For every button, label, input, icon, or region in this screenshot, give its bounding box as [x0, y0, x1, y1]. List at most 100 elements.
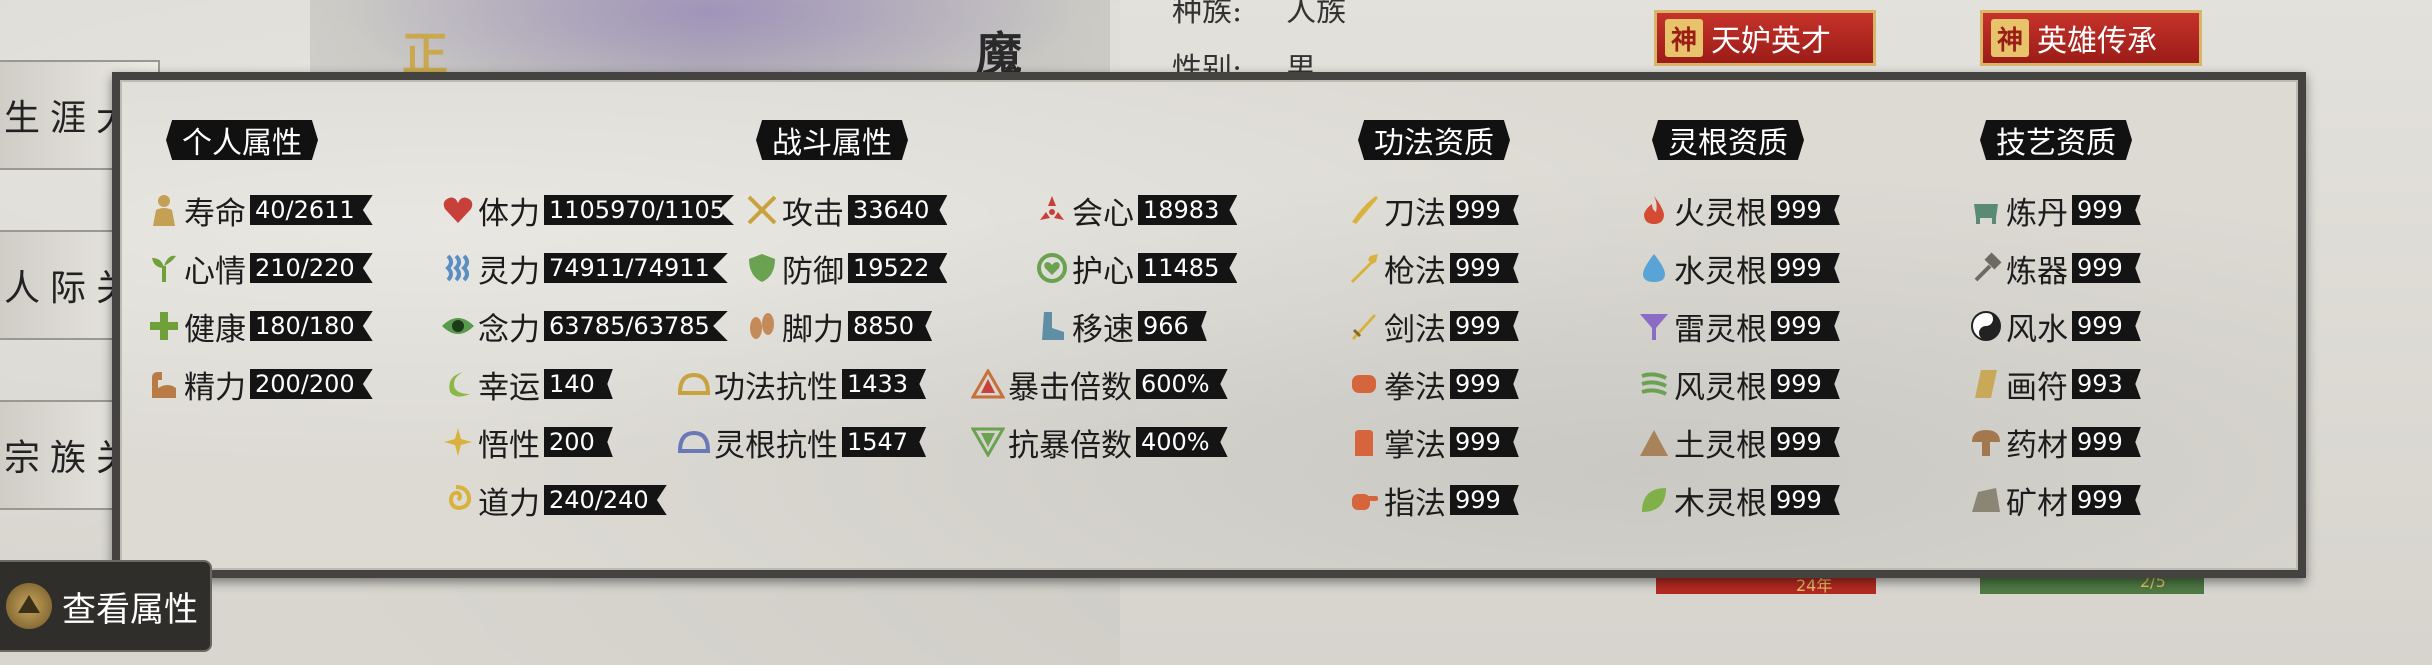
stat-label: 攻击: [782, 195, 844, 232]
stat-label: 移速: [1072, 311, 1134, 348]
stat-label: 指法: [1384, 485, 1446, 522]
stat-ores: 矿材 999: [1968, 480, 2141, 522]
stat-label: 功法抗性: [714, 369, 838, 406]
stat-label: 刀法: [1384, 195, 1446, 232]
stat-value: 999: [1450, 369, 1519, 399]
plus-icon: [146, 308, 182, 344]
stat-value: 74911/74911: [544, 253, 728, 283]
stat-label: 暴击倍数: [1008, 369, 1132, 406]
stat-footwork: 脚力 8850: [744, 306, 933, 348]
fire-icon: [1636, 192, 1672, 228]
stat-label: 抗暴倍数: [1008, 427, 1132, 464]
stat-label: 脚力: [782, 311, 844, 348]
stat-value: 999: [2072, 485, 2141, 515]
stat-value: 200/200: [250, 369, 373, 399]
stat-label: 灵力: [478, 253, 540, 290]
divine-tag-icon: 神: [1665, 19, 1703, 57]
stat-label: 健康: [184, 311, 246, 348]
boot-icon: [1034, 308, 1070, 344]
stat-fist-art: 拳法 999: [1346, 364, 1519, 406]
talent-name: 天妒英才: [1711, 24, 1831, 59]
stat-value: 999: [1771, 369, 1840, 399]
stat-label: 画符: [2006, 369, 2068, 406]
stat-label: 幸运: [478, 369, 540, 406]
water-icon: [1636, 250, 1672, 286]
stat-label: 矿材: [2006, 485, 2068, 522]
stat-forging: 炼器 999: [1968, 248, 2141, 290]
stat-label: 风水: [2006, 311, 2068, 348]
stat-mind: 念力 63785/63785: [440, 306, 728, 348]
palm-icon: [1346, 424, 1382, 460]
stat-label: 灵根抗性: [714, 427, 838, 464]
stat-talisman: 画符 993: [1968, 364, 2141, 406]
stat-wind-root: 风灵根 999: [1636, 364, 1840, 406]
ore-icon: [1968, 482, 2004, 518]
stat-value: 966: [1138, 311, 1207, 341]
stat-label: 护心: [1072, 253, 1134, 290]
stat-value: 19522: [848, 253, 948, 283]
view-attributes-button[interactable]: 查看属性: [0, 560, 212, 652]
stat-luck: 幸运 140: [440, 364, 613, 406]
stat-value: 999: [1771, 485, 1840, 515]
yinyang-icon: [1968, 308, 2004, 344]
stat-value: 210/220: [250, 253, 373, 283]
stat-value: 999: [1450, 311, 1519, 341]
stat-defense: 防御 19522: [744, 248, 948, 290]
stat-finger-art: 指法 999: [1346, 480, 1519, 522]
mushroom-icon: [1968, 424, 2004, 460]
stat-attack: 攻击 33640: [744, 190, 948, 232]
triangle-down-icon: [970, 424, 1006, 460]
stat-value: 999: [2072, 195, 2141, 225]
stat-label: 道力: [478, 485, 540, 522]
stat-value: 140: [544, 369, 613, 399]
star-icon: [440, 424, 476, 460]
heart-icon: [440, 192, 476, 228]
stat-health: 健康 180/180: [146, 306, 373, 348]
talisman-icon: [1968, 366, 2004, 402]
attribute-icon: [6, 583, 52, 629]
stat-spirit: 灵力 74911/74911: [440, 248, 728, 290]
stat-label: 水灵根: [1674, 253, 1767, 290]
stat-value: 999: [1771, 427, 1840, 457]
stat-value: 999: [1771, 195, 1840, 225]
stat-label: 掌法: [1384, 427, 1446, 464]
stat-sword-art: 剑法 999: [1346, 306, 1519, 348]
stat-value: 400%: [1136, 427, 1228, 457]
arm-icon: [146, 366, 182, 402]
swirl-icon: [440, 482, 476, 518]
earth-icon: [1636, 424, 1672, 460]
stat-value: 200: [544, 427, 613, 457]
stat-value: 999: [1771, 253, 1840, 283]
stat-label: 雷灵根: [1674, 311, 1767, 348]
stat-energy: 精力 200/200: [146, 364, 373, 406]
section-title-jiyi: 技艺资质: [1980, 120, 2132, 160]
stat-guard: 护心 11485: [1034, 248, 1238, 290]
bottom-strip-red-label: 24年: [1796, 576, 1833, 595]
stat-dao: 道力 240/240: [440, 480, 667, 522]
stat-alchemy: 炼丹 999: [1968, 190, 2141, 232]
stat-value: 8850: [848, 311, 933, 341]
stat-anticrit-multiplier: 抗暴倍数 400%: [970, 422, 1228, 464]
stat-value: 40/2611: [250, 195, 373, 225]
view-attributes-label: 查看属性: [62, 589, 198, 630]
section-title-personal: 个人属性: [166, 120, 318, 160]
stat-blade-art: 刀法 999: [1346, 190, 1519, 232]
stat-spear-art: 枪法 999: [1346, 248, 1519, 290]
stat-label: 念力: [478, 311, 540, 348]
stat-label: 炼丹: [2006, 195, 2068, 232]
stat-label: 悟性: [478, 427, 540, 464]
shield-icon: [744, 250, 780, 286]
stat-value: 33640: [848, 195, 948, 225]
stat-earth-root: 土灵根 999: [1636, 422, 1840, 464]
section-title-combat: 战斗属性: [756, 120, 908, 160]
stat-label: 火灵根: [1674, 195, 1767, 232]
blade-icon: [1346, 192, 1382, 228]
divine-tag-icon: 神: [1991, 19, 2029, 57]
talent-badge-2[interactable]: 神 英雄传承: [1980, 10, 2202, 66]
arc-blue-icon: [676, 424, 712, 460]
hammer-icon: [1968, 250, 2004, 286]
person-icon: [146, 192, 182, 228]
talent-badge-1[interactable]: 神 天妒英才: [1654, 10, 1876, 66]
stat-thunder-root: 雷灵根 999: [1636, 306, 1840, 348]
spear-icon: [1346, 250, 1382, 286]
